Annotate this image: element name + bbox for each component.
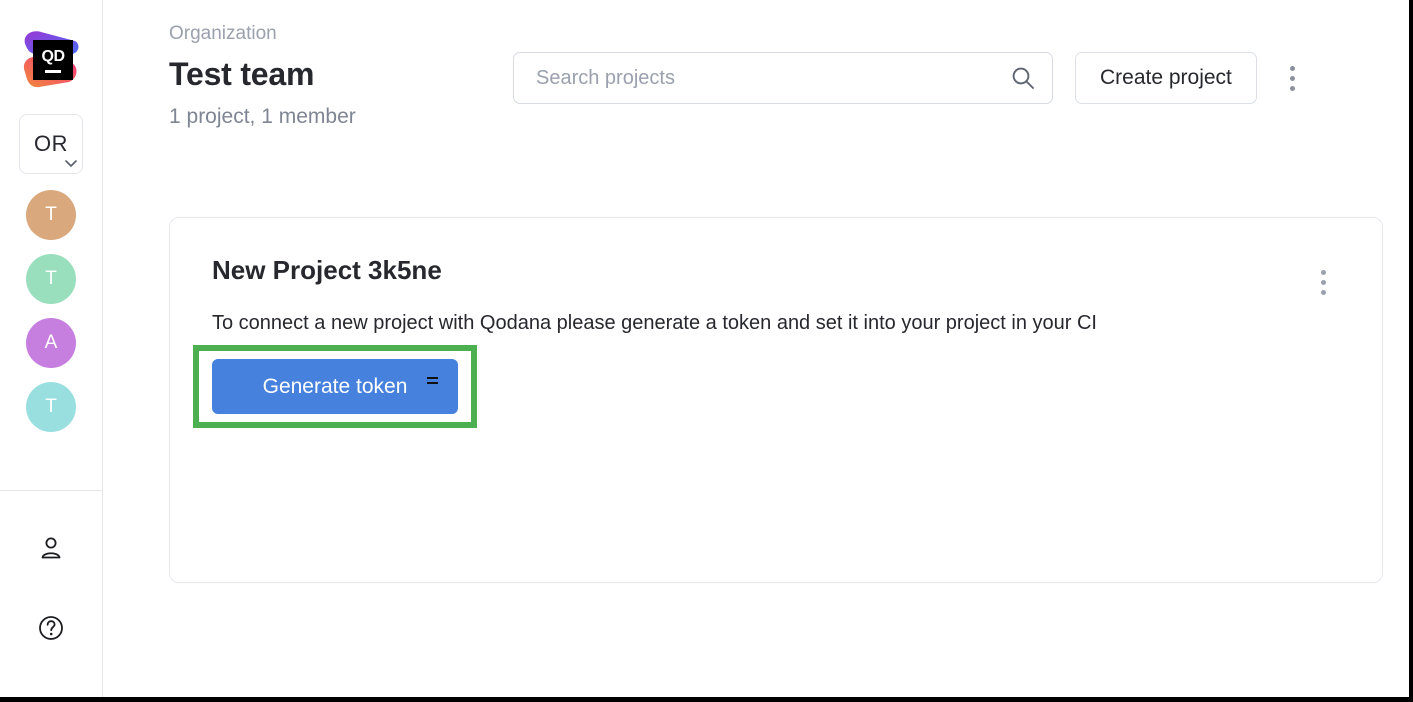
avatar[interactable]: T [26,382,76,432]
more-options-icon [1290,66,1295,71]
breadcrumb: Organization [169,24,1409,45]
qodana-logo[interactable]: QD [19,26,83,94]
sidebar: QD OR T T A T [0,0,103,697]
organization-selector[interactable]: OR [19,114,83,174]
sidebar-bottom-actions [0,490,102,646]
generate-token-button[interactable]: Generate token [212,359,458,414]
app-window: QD OR T T A T [0,0,1413,702]
account-button[interactable] [33,530,69,566]
page-header: Organization Test team 1 project, 1 memb… [103,0,1409,140]
main-content: Organization Test team 1 project, 1 memb… [103,0,1409,697]
project-card: New Project 3k5ne To connect a new proje… [169,217,1383,583]
header-actions: Create project [513,52,1409,104]
search-icon[interactable] [1010,65,1036,91]
avatar[interactable]: T [26,254,76,304]
qodana-logo-underline [45,70,61,73]
help-icon [37,614,65,642]
avatar[interactable]: A [26,318,76,368]
help-button[interactable] [33,610,69,646]
page-subtitle: 1 project, 1 member [169,105,1409,128]
project-title: New Project 3k5ne [212,256,442,285]
more-options-icon [1321,290,1326,295]
create-project-button[interactable]: Create project [1075,52,1257,104]
chevron-down-icon [62,154,80,172]
more-options-icon [1321,270,1326,275]
avatar-initial: T [45,396,57,418]
header-more-options-button[interactable] [1279,58,1307,98]
organization-avatar-list: T T A T [26,190,76,432]
account-icon [37,534,65,562]
project-card-more-options-button[interactable] [1312,264,1334,300]
avatar-initial: T [45,204,57,226]
more-options-icon [1290,86,1295,91]
more-options-icon [1321,280,1326,285]
qodana-logo-text: QD [42,49,65,65]
avatar[interactable]: T [26,190,76,240]
search-projects-box[interactable] [513,52,1053,104]
search-input[interactable] [534,66,1010,91]
project-description: To connect a new project with Qodana ple… [212,311,1097,335]
qodana-logo-badge: QD [33,40,73,80]
avatar-initial: T [45,268,57,290]
avatar-initial: A [45,332,58,354]
more-options-icon [1290,76,1295,81]
